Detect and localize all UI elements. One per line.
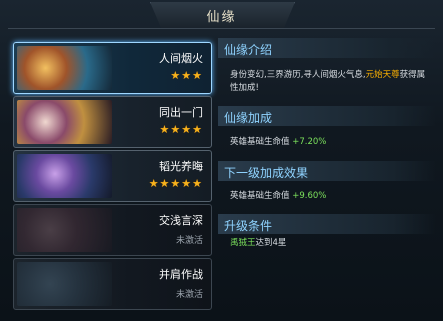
upgrade-condition: 禹狨王达到4星 <box>230 236 286 248</box>
hero-portrait <box>17 262 112 306</box>
next-bonus-stat: 英雄基础生命值 +9.60% <box>230 189 326 201</box>
upgrade-title: 升级条件 <box>224 219 273 233</box>
upgrade-header: 升级条件 <box>218 214 436 234</box>
fate-card-taoguangyanghui[interactable]: 韬光养晦 ★★★★★ <box>13 150 212 202</box>
window-title: 仙缘 <box>206 10 237 25</box>
next-bonus-label: 英雄基础生命值 <box>230 191 290 201</box>
upgrade-hero-name: 禹狨王 <box>230 238 256 248</box>
upgrade-text: 达到4星 <box>255 238 287 248</box>
bonus-value: +7.20% <box>292 137 327 147</box>
fate-card-bingjianzuozhan[interactable]: 并肩作战 未激活 <box>13 258 212 310</box>
hero-portrait <box>17 208 112 252</box>
fate-card-tongchuyimen[interactable]: 同出一门 ★★★★ <box>13 96 212 148</box>
next-bonus-value: +9.60% <box>292 191 327 201</box>
fate-card-name: 并肩作战 <box>159 268 203 281</box>
bonus-label: 英雄基础生命值 <box>230 137 290 147</box>
fate-card-renjianyanhuo[interactable]: 人间烟火 ★★★ <box>13 42 212 94</box>
next-bonus-header: 下一级加成效果 <box>218 161 436 181</box>
hero-highlight: 元始天尊 <box>365 70 400 80</box>
star-rating: ★★★★★ <box>148 177 203 190</box>
intro-header: 仙缘介绍 <box>218 38 436 58</box>
inactive-label: 未激活 <box>175 290 203 300</box>
bonus-stat: 英雄基础生命值 +7.20% <box>230 135 326 147</box>
bonus-title: 仙缘加成 <box>224 111 273 125</box>
bonus-header: 仙缘加成 <box>218 106 436 126</box>
next-bonus-title: 下一级加成效果 <box>224 166 309 180</box>
intro-text: 身份变幻,三界游历,寻人间烟火气息,元始天尊获得属性加成! <box>230 69 430 95</box>
hero-portrait <box>17 46 112 90</box>
intro-title: 仙缘介绍 <box>224 43 273 57</box>
star-rating: ★★★ <box>170 69 203 82</box>
fate-card-name: 韬光养晦 <box>159 160 203 173</box>
info-panel: 仙缘介绍 身份变幻,三界游历,寻人间烟火气息,元始天尊获得属性加成! 仙缘加成 … <box>218 36 436 316</box>
fate-card-jiaoqianyanshen[interactable]: 交浅言深 未激活 <box>13 204 212 256</box>
intro-text-a: 身份变幻,三界游历,寻人间烟火气息, <box>230 70 366 80</box>
hero-portrait <box>17 100 112 144</box>
divider <box>8 28 435 29</box>
inactive-label: 未激活 <box>175 236 203 246</box>
fate-card-name: 人间烟火 <box>159 52 203 65</box>
star-rating: ★★★★ <box>159 123 203 136</box>
fate-card-name: 交浅言深 <box>159 214 203 227</box>
fate-card-name: 同出一门 <box>159 106 203 119</box>
hero-portrait <box>17 154 112 198</box>
